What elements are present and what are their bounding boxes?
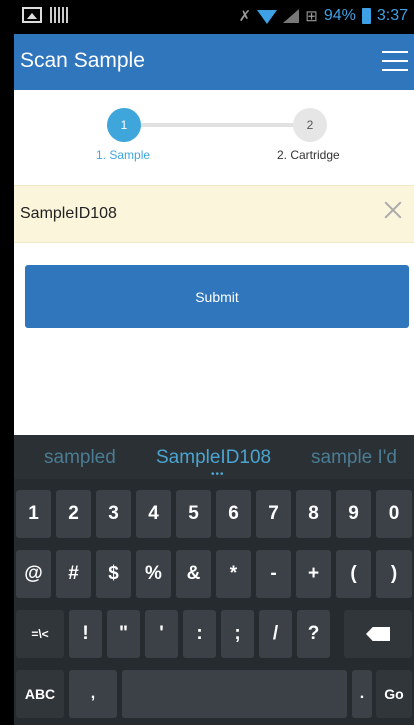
suggestion-2[interactable]: SampleID108 <box>156 447 271 469</box>
suggestion-bar: sampled SampleID108 ••• sample I'd <box>14 435 414 480</box>
key-semicolon[interactable]: ; <box>221 610 254 658</box>
network-icon: ⊞ <box>305 8 318 25</box>
key-backspace[interactable] <box>344 610 412 658</box>
backspace-icon <box>366 627 390 641</box>
key-open-paren[interactable]: ( <box>336 550 371 598</box>
key-8[interactable]: 8 <box>296 490 331 538</box>
hamburger-menu-icon[interactable] <box>382 51 408 71</box>
device-frame: ✗ ⊞ 94% 3:37 Scan Sample 1 2 1. Sample 2… <box>0 0 414 725</box>
soft-keyboard: sampled SampleID108 ••• sample I'd 1 2 3… <box>14 435 414 725</box>
suggestion-1[interactable]: sampled <box>44 447 116 469</box>
app-bar: Scan Sample <box>14 34 414 90</box>
left-border <box>0 0 14 725</box>
app-screen: ✗ ⊞ 94% 3:37 Scan Sample 1 2 1. Sample 2… <box>14 0 414 725</box>
clear-input-icon[interactable] <box>382 199 404 221</box>
key-4[interactable]: 4 <box>136 490 171 538</box>
page-title: Scan Sample <box>20 49 145 72</box>
key-comma[interactable]: , <box>69 670 117 718</box>
key-plus[interactable]: + <box>296 550 331 598</box>
key-3[interactable]: 3 <box>96 490 131 538</box>
key-go[interactable]: Go <box>376 670 412 718</box>
key-1[interactable]: 1 <box>16 490 51 538</box>
status-left-icons <box>22 7 70 23</box>
key-space[interactable] <box>122 670 347 718</box>
keyboard-row-numbers: 1 2 3 4 5 6 7 8 9 0 <box>14 490 414 538</box>
image-notification-icon <box>22 7 42 23</box>
key-2[interactable]: 2 <box>56 490 91 538</box>
key-9[interactable]: 9 <box>336 490 371 538</box>
mute-icon: ✗ <box>238 8 252 25</box>
keyboard-row-symbols: @ # $ % & * - + ( ) <box>14 550 414 598</box>
barcode-notification-icon <box>50 7 70 23</box>
key-more-symbols[interactable]: =\< <box>16 610 64 658</box>
key-double-quote[interactable]: " <box>107 610 140 658</box>
key-colon[interactable]: : <box>183 610 216 658</box>
key-percent[interactable]: % <box>136 550 171 598</box>
sample-id-row <box>14 185 414 243</box>
key-5[interactable]: 5 <box>176 490 211 538</box>
battery-percent: 94% <box>323 7 356 24</box>
key-6[interactable]: 6 <box>216 490 251 538</box>
key-single-quote[interactable]: ' <box>145 610 178 658</box>
key-7[interactable]: 7 <box>256 490 291 538</box>
suggestion-more-dots: ••• <box>211 469 225 480</box>
key-abc[interactable]: ABC <box>16 670 64 718</box>
signal-icon <box>283 9 300 23</box>
clock: 3:37 <box>376 7 408 24</box>
step-1-label: 1. Sample <box>96 148 151 162</box>
sample-id-input[interactable] <box>20 200 360 228</box>
wifi-icon <box>257 10 278 24</box>
key-close-paren[interactable]: ) <box>376 550 412 598</box>
key-period[interactable]: . <box>352 670 372 718</box>
keyboard-row-bottom: ABC , . Go <box>14 670 414 718</box>
key-slash[interactable]: / <box>259 610 292 658</box>
step-2-label: 2. Cartridge <box>277 148 340 162</box>
key-exclamation[interactable]: ! <box>69 610 102 658</box>
key-asterisk[interactable]: * <box>216 550 251 598</box>
key-dollar[interactable]: $ <box>96 550 131 598</box>
step-2-circle: 2 <box>293 108 327 142</box>
key-hash[interactable]: # <box>56 550 91 598</box>
suggestion-3[interactable]: sample I'd <box>311 447 397 469</box>
step-connector-line <box>124 123 310 127</box>
status-right-icons: ✗ ⊞ 94% 3:37 <box>239 7 408 25</box>
key-at[interactable]: @ <box>16 550 51 598</box>
key-ampersand[interactable]: & <box>176 550 211 598</box>
battery-icon <box>361 8 371 24</box>
status-bar: ✗ ⊞ 94% 3:37 <box>14 0 414 34</box>
key-0[interactable]: 0 <box>376 490 412 538</box>
step-indicator: 1 2 1. Sample 2. Cartridge <box>14 90 414 185</box>
submit-button[interactable]: Submit <box>25 265 409 328</box>
keyboard-row-punctuation: =\< ! " ' : ; / ? <box>14 610 414 658</box>
key-question[interactable]: ? <box>297 610 330 658</box>
key-minus[interactable]: - <box>256 550 291 598</box>
step-1-circle: 1 <box>107 108 141 142</box>
